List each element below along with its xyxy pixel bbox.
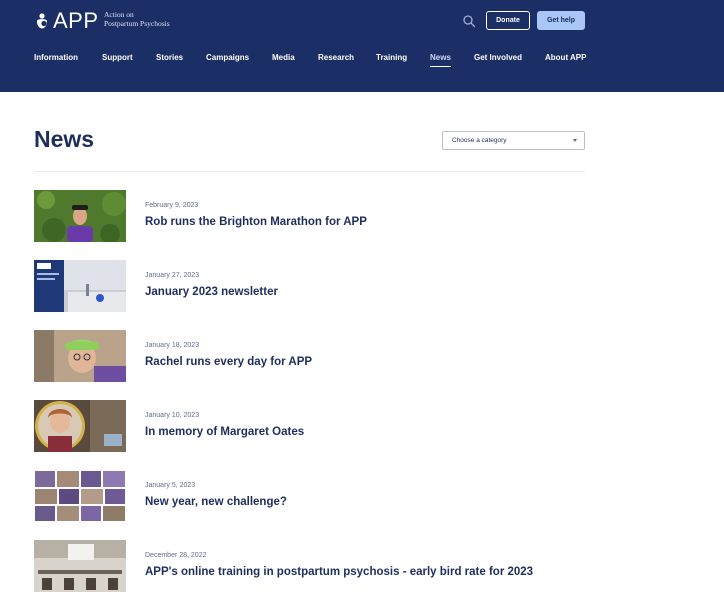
news-thumbnail[interactable] [34,540,126,592]
nav-item-support[interactable]: Support [102,53,133,62]
news-title[interactable]: New year, new challenge? [145,496,287,508]
news-item[interactable]: December 28, 2022 APP's online training … [34,540,585,592]
get-help-button[interactable]: Get help [537,11,585,30]
category-select[interactable]: Choose a category [442,131,585,150]
donate-button[interactable]: Donate [486,11,530,30]
news-thumbnail[interactable] [34,470,126,522]
news-item[interactable]: January 18, 2023 Rachel runs every day f… [34,330,585,382]
chevron-down-icon [573,139,577,142]
news-title[interactable]: Rob runs the Brighton Marathon for APP [145,216,367,228]
news-title[interactable]: Rachel runs every day for APP [145,356,312,368]
news-item[interactable]: January 10, 2023 In memory of Margaret O… [34,400,585,452]
category-select-value: Choose a category [452,137,507,144]
news-date: February 9, 2023 [145,202,199,209]
news-item[interactable]: January 27, 2023 January 2023 newsletter [34,260,585,312]
active-nav-indicator [430,66,451,67]
nav-item-about[interactable]: About APP [545,53,586,62]
news-date: January 10, 2023 [145,412,200,419]
logo-icon [37,13,47,29]
nav-item-campaigns[interactable]: Campaigns [206,53,249,62]
news-thumbnail[interactable] [34,330,126,382]
logo-text: APP [53,8,99,33]
nav-item-media[interactable]: Media [272,53,295,62]
news-item[interactable]: February 9, 2023 Rob runs the Brighton M… [34,190,585,242]
news-item[interactable]: January 5, 2023 New year, new challenge? [34,470,585,522]
news-title[interactable]: January 2023 newsletter [145,286,278,298]
news-thumbnail[interactable] [34,190,126,242]
main-nav: Information Support Stories Campaigns Me… [0,53,724,69]
nav-item-training[interactable]: Training [376,53,407,62]
nav-item-research[interactable]: Research [318,53,354,62]
divider [34,171,585,172]
page-title: News [34,126,95,152]
news-date: December 28, 2022 [145,552,207,559]
news-date: January 27, 2023 [145,272,200,279]
nav-item-information[interactable]: Information [34,53,78,62]
news-date: January 5, 2023 [145,482,196,489]
news-title[interactable]: In memory of Margaret Oates [145,426,304,438]
news-date: January 18, 2023 [145,342,200,349]
nav-item-get-involved[interactable]: Get Involved [474,53,522,62]
news-title[interactable]: APP's online training in postpartum psyc… [145,566,533,578]
news-thumbnail[interactable] [34,400,126,452]
nav-item-news[interactable]: News [430,53,451,62]
header-wave-edge [0,78,724,89]
search-icon[interactable] [462,14,476,28]
news-thumbnail[interactable] [34,260,126,312]
logo-tagline: Action on Postpartum Psychosis [104,10,170,28]
site-logo[interactable]: APP [34,8,99,34]
nav-item-stories[interactable]: Stories [156,53,183,62]
